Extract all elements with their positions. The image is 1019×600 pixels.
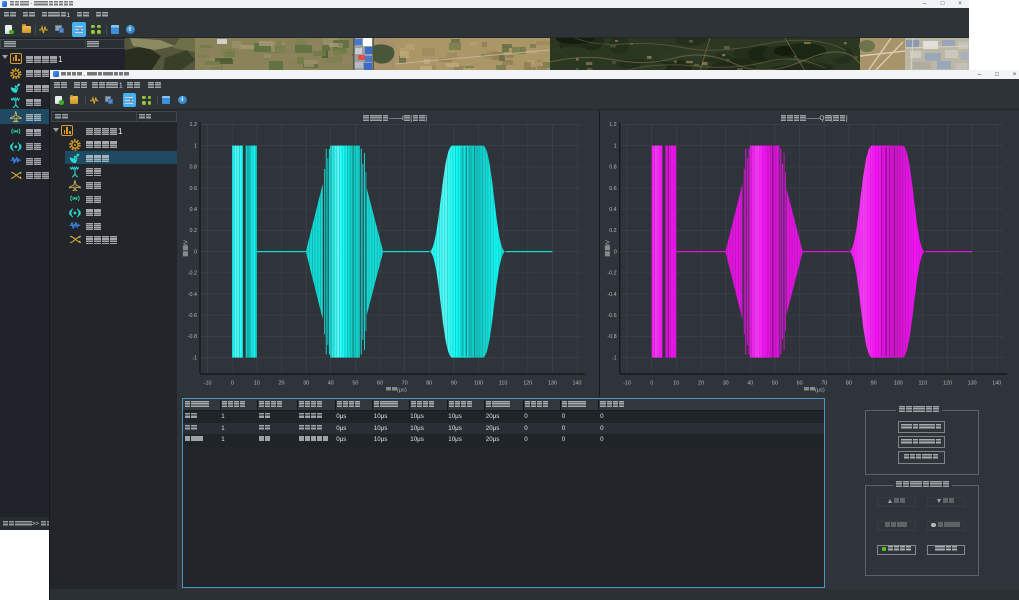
svg-text:120: 120 xyxy=(943,381,952,387)
svg-text:50: 50 xyxy=(772,381,778,387)
svg-text:1: 1 xyxy=(614,143,617,149)
svg-text:100: 100 xyxy=(474,381,483,387)
svg-text:-0.6: -0.6 xyxy=(608,313,617,319)
svg-text:-10: -10 xyxy=(623,381,631,387)
svg-text:80: 80 xyxy=(846,381,852,387)
svg-text:40: 40 xyxy=(328,381,334,387)
svg-text:30: 30 xyxy=(303,381,309,387)
svg-text:0: 0 xyxy=(650,381,653,387)
svg-text:90: 90 xyxy=(871,381,877,387)
svg-text:20: 20 xyxy=(698,381,704,387)
svg-text:-0.2: -0.2 xyxy=(608,271,617,277)
svg-text:-10: -10 xyxy=(204,381,212,387)
svg-text:90: 90 xyxy=(451,381,457,387)
svg-text:0.6: 0.6 xyxy=(609,186,617,192)
svg-text:-1: -1 xyxy=(612,355,617,361)
svg-text:10: 10 xyxy=(674,381,680,387)
svg-text:-0.6: -0.6 xyxy=(188,313,197,319)
svg-text:80: 80 xyxy=(426,381,432,387)
svg-text:1.2: 1.2 xyxy=(190,122,198,128)
svg-text:0.4: 0.4 xyxy=(190,207,198,213)
svg-text:0.6: 0.6 xyxy=(190,186,198,192)
svg-text:-0.8: -0.8 xyxy=(188,334,197,340)
svg-text:10: 10 xyxy=(254,381,260,387)
svg-text:60: 60 xyxy=(377,381,383,387)
svg-text:140: 140 xyxy=(573,381,582,387)
svg-text:-0.8: -0.8 xyxy=(608,334,617,340)
svg-text:0: 0 xyxy=(614,249,617,255)
svg-text:0.2: 0.2 xyxy=(609,228,617,234)
svg-text:120: 120 xyxy=(523,381,532,387)
svg-text:-0.4: -0.4 xyxy=(188,292,197,298)
svg-text:50: 50 xyxy=(352,381,358,387)
svg-text:100: 100 xyxy=(894,381,903,387)
svg-text:130: 130 xyxy=(968,381,977,387)
svg-text:-1: -1 xyxy=(192,355,197,361)
svg-text:140: 140 xyxy=(993,381,1002,387)
svg-text:1: 1 xyxy=(194,143,197,149)
svg-text:20: 20 xyxy=(279,381,285,387)
svg-text:130: 130 xyxy=(548,381,557,387)
svg-text:30: 30 xyxy=(723,381,729,387)
svg-text:0.8: 0.8 xyxy=(190,165,198,171)
svg-text:0.8: 0.8 xyxy=(609,165,617,171)
svg-text:0.4: 0.4 xyxy=(609,207,617,213)
svg-text:0: 0 xyxy=(231,381,234,387)
svg-text:-0.4: -0.4 xyxy=(608,292,617,298)
svg-text:110: 110 xyxy=(919,381,928,387)
svg-text:60: 60 xyxy=(797,381,803,387)
svg-text:1.2: 1.2 xyxy=(609,122,617,128)
svg-text:0: 0 xyxy=(194,249,197,255)
svg-text:110: 110 xyxy=(499,381,508,387)
svg-text:0.2: 0.2 xyxy=(190,228,198,234)
svg-text:-0.2: -0.2 xyxy=(188,271,197,277)
svg-text:40: 40 xyxy=(748,381,754,387)
